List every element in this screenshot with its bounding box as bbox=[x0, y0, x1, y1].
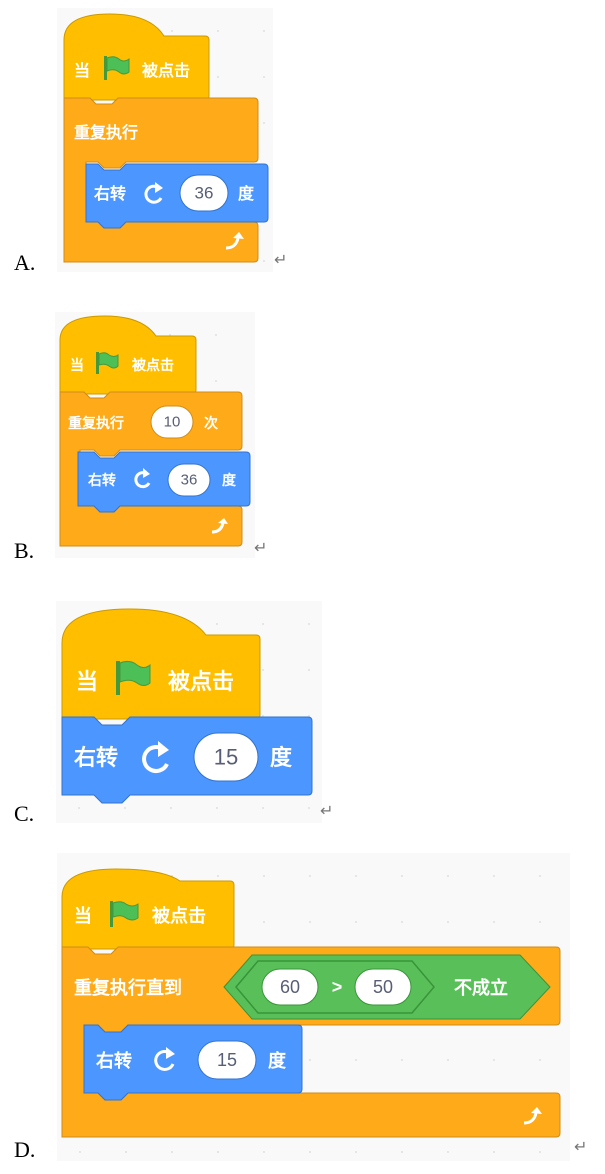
option-letter: A. bbox=[14, 250, 36, 275]
loop-label: 重复执行 bbox=[68, 415, 124, 432]
return-mark: ↵ bbox=[254, 538, 268, 557]
repeat-unit: 次 bbox=[204, 415, 218, 432]
turn-label: 右转 bbox=[74, 745, 118, 771]
turn-value: 15 bbox=[217, 1050, 237, 1070]
turn-value: 36 bbox=[195, 184, 214, 203]
hat-label: 当 bbox=[70, 357, 84, 374]
turn-unit: 度 bbox=[238, 184, 255, 203]
hat-suffix: 被点击 bbox=[168, 669, 234, 695]
option-letter: D. bbox=[14, 1137, 36, 1162]
when-flag-clicked-block bbox=[61, 608, 261, 720]
hat-label: 当 bbox=[74, 905, 92, 927]
script-a: 当 被点击 重复执行 右转 36 度 bbox=[63, 13, 269, 263]
script-d: 当 当 被点击 重复执行直到 60 > 50 不成立 右转 15 度 bbox=[61, 868, 561, 1138]
turn-label: 右转 bbox=[96, 1050, 132, 1072]
return-mark: ↵ bbox=[574, 1137, 588, 1156]
hat-suffix: 被点击 bbox=[132, 357, 174, 374]
condition-operator: > bbox=[332, 977, 343, 997]
option-c: 当 被点击 右转 15 度 C. ↵ bbox=[0, 595, 605, 835]
turn-value: 15 bbox=[214, 745, 238, 770]
turn-unit: 度 bbox=[222, 472, 237, 489]
loop-label: 重复执行 bbox=[74, 123, 138, 142]
loop-label: 重复执行直到 bbox=[74, 977, 182, 999]
turn-unit: 度 bbox=[270, 745, 293, 771]
return-mark: ↵ bbox=[274, 250, 288, 269]
script-b: 当 被点击 重复执行 10 次 右转 36 度 bbox=[59, 315, 251, 547]
option-a: 当 被点击 重复执行 右转 36 度 A. ↵ bbox=[0, 0, 605, 290]
option-letter: C. bbox=[14, 801, 35, 826]
when-flag-clicked-block bbox=[63, 13, 210, 101]
return-mark: ↵ bbox=[320, 801, 334, 820]
turn-label: 右转 bbox=[94, 184, 126, 203]
script-c: 当 被点击 右转 15 度 bbox=[61, 608, 313, 804]
option-b: 当 被点击 重复执行 10 次 右转 36 度 B. ↵ bbox=[0, 300, 605, 580]
option-letter: B. bbox=[14, 538, 35, 563]
option-d: 当 当 被点击 重复执行直到 60 > 50 不成立 右转 15 度 D. ↵ bbox=[0, 845, 605, 1174]
hat-suffix: 被点击 bbox=[142, 61, 190, 80]
hat-suffix: 被点击 bbox=[152, 905, 206, 927]
turn-label: 右转 bbox=[87, 472, 116, 489]
turn-value: 36 bbox=[181, 472, 198, 489]
condition-suffix: 不成立 bbox=[454, 977, 508, 999]
when-flag-clicked-block bbox=[59, 315, 197, 395]
hat-label: 当 bbox=[74, 61, 90, 80]
turn-unit: 度 bbox=[268, 1050, 287, 1072]
condition-left: 60 bbox=[280, 977, 300, 997]
hat-label: 当 bbox=[76, 670, 98, 695]
repeat-count: 10 bbox=[164, 414, 181, 431]
condition-right: 50 bbox=[373, 977, 393, 997]
